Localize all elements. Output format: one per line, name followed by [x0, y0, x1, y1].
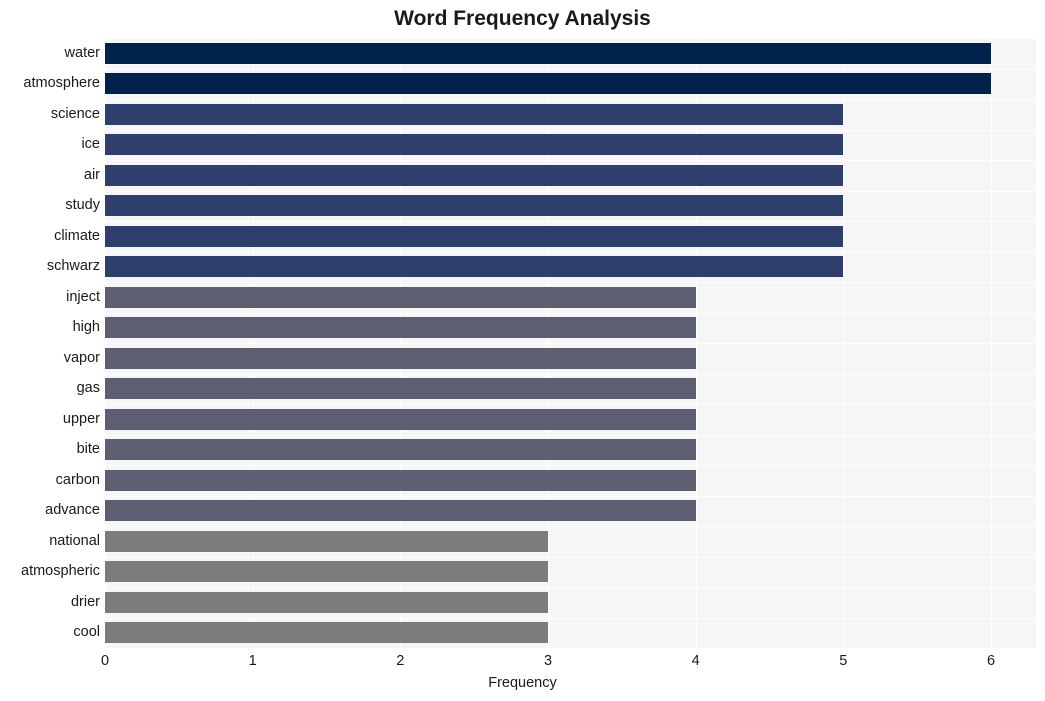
x-tick-label-5: 5: [839, 653, 848, 669]
bar-water: [105, 42, 991, 64]
gridline-horizontal: [105, 557, 1036, 558]
gridline-horizontal: [105, 374, 1036, 375]
bar-gas: [105, 378, 696, 400]
gridline-horizontal: [105, 252, 1036, 253]
y-tick-label-drier: drier: [70, 593, 100, 610]
y-tick-label-vapor: vapor: [63, 349, 100, 366]
bar-science: [105, 103, 844, 125]
gridline-horizontal: [105, 38, 1036, 39]
bar-drier: [105, 591, 548, 613]
bar-atmospheric: [105, 561, 548, 583]
y-tick-label-advance: advance: [45, 502, 100, 519]
gridline-horizontal: [105, 343, 1036, 344]
gridline-horizontal: [105, 130, 1036, 131]
x-axis-title: Frequency: [488, 675, 557, 691]
chart-title: Word Frequency Analysis: [394, 7, 651, 30]
x-tick-label-1: 1: [248, 653, 257, 669]
word-frequency-bar-chart: Word Frequency Analysis water atmosphere s…: [0, 0, 1045, 701]
y-tick-label-inject: inject: [66, 288, 100, 305]
y-tick-label-climate: climate: [54, 227, 100, 244]
y-tick-label-water: water: [64, 44, 100, 61]
bar-national: [105, 530, 548, 552]
y-tick-label-bite: bite: [76, 441, 100, 458]
gridline-horizontal: [105, 221, 1036, 222]
x-tick-label-4: 4: [691, 653, 700, 669]
bar-climate: [105, 225, 844, 247]
y-tick-label-national: national: [49, 532, 100, 549]
gridline-horizontal: [105, 99, 1036, 100]
y-tick-label-air: air: [83, 166, 100, 183]
x-tick-label-0: 0: [100, 653, 110, 669]
bar-high: [105, 317, 696, 339]
gridline-horizontal: [105, 69, 1036, 70]
x-tick-label-6: 6: [986, 653, 996, 669]
y-tick-label-cool: cool: [73, 624, 100, 641]
gridline-vertical-3: [548, 38, 549, 648]
bar-vapor: [105, 347, 696, 369]
gridline-horizontal: [105, 526, 1036, 527]
gridline-vertical-0: [105, 38, 106, 648]
gridline-horizontal: [105, 191, 1036, 192]
x-tick-label-2: 2: [396, 653, 405, 669]
gridline-horizontal: [105, 496, 1036, 497]
gridline-horizontal: [105, 435, 1036, 436]
gridline-vertical-1: [252, 38, 254, 648]
gridline-horizontal: [105, 618, 1036, 619]
y-tick-label-high: high: [72, 319, 100, 336]
y-tick-label-science: science: [50, 105, 100, 122]
bar-upper: [105, 408, 696, 430]
y-tick-label-gas: gas: [76, 380, 100, 397]
bar-advance: [105, 500, 696, 522]
bar-schwarz: [105, 256, 844, 278]
plot-area: [105, 38, 1036, 648]
y-tick-label-upper: upper: [62, 410, 100, 427]
gridline-horizontal: [105, 587, 1036, 588]
bar-bite: [105, 439, 696, 461]
gridline-vertical-5: [843, 38, 845, 648]
gridline-vertical-6: [991, 38, 992, 648]
y-tick-label-atmospheric: atmospheric: [21, 563, 100, 580]
y-tick-label-ice: ice: [81, 136, 100, 153]
x-tick-label-3: 3: [543, 653, 553, 669]
y-tick-label-schwarz: schwarz: [46, 258, 100, 275]
bar-inject: [105, 286, 696, 308]
bar-ice: [105, 134, 844, 156]
gridline-vertical-4: [695, 38, 697, 648]
bar-air: [105, 164, 844, 186]
gridline-horizontal: [105, 282, 1036, 283]
bar-carbon: [105, 469, 696, 491]
y-axis: water atmosphere science ice air study climate…: [0, 38, 100, 648]
y-tick-label-study: study: [65, 197, 100, 214]
gridline-horizontal: [105, 404, 1036, 405]
gridline-horizontal: [105, 160, 1036, 161]
y-tick-label-atmosphere: atmosphere: [23, 75, 100, 92]
gridline-horizontal: [105, 465, 1036, 466]
y-tick-label-carbon: carbon: [55, 471, 100, 488]
gridline-vertical-2: [400, 38, 402, 648]
gridline-horizontal: [105, 313, 1036, 314]
bar-cool: [105, 622, 548, 644]
bar-atmosphere: [105, 73, 991, 95]
bar-study: [105, 195, 844, 217]
